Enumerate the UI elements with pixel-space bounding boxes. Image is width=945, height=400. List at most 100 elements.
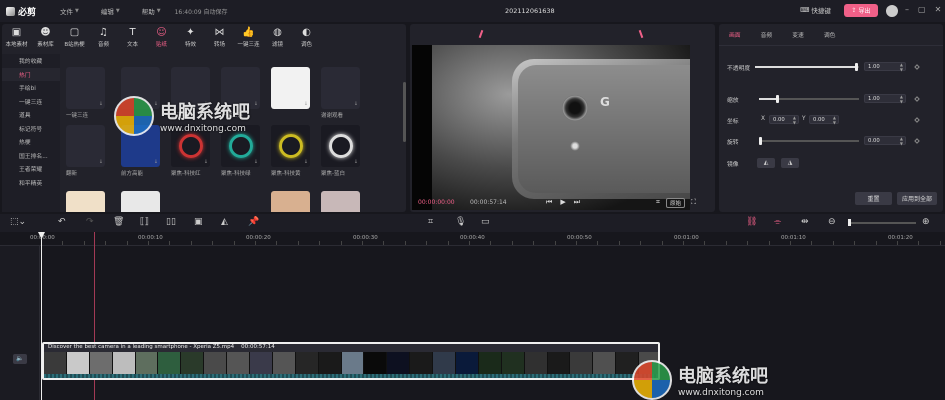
close-icon[interactable]: ✕ [935,5,942,14]
sticker-item[interactable]: ↓ [66,125,105,167]
download-icon[interactable]: ↓ [304,101,308,107]
snap-icon[interactable]: ⇹ [801,218,809,227]
freeze-frame-icon[interactable]: ▯▯ [166,218,176,227]
sticker-item[interactable]: ↓ [321,67,360,109]
download-icon[interactable]: ↓ [204,159,208,165]
playhead[interactable] [41,232,42,400]
tool-text[interactable]: T 文本 [118,24,147,52]
reset-button[interactable]: 重置 [855,192,892,205]
spinner-icon[interactable]: ▲ ▼ [833,115,836,125]
sticker-item[interactable]: ↓ [271,67,310,109]
slider-knob[interactable] [776,95,779,103]
tool-library[interactable]: ☻ 素材库 [31,24,60,52]
crop-clip-icon[interactable]: ▣ [194,218,203,227]
tab-audio[interactable]: 音频 [751,30,783,39]
category-item[interactable]: 国王排名... [2,149,60,163]
zoom-slider[interactable] [848,222,916,224]
tool-transition[interactable]: ⋈ 转场 [205,24,234,52]
sticker-item[interactable]: ↓ [271,125,310,167]
pin-icon[interactable]: 📌 [248,218,259,227]
download-icon[interactable]: ↓ [254,101,258,107]
category-item[interactable]: 一键三连 [2,95,60,109]
menu-help[interactable]: 帮助 ▼ [134,6,169,16]
download-icon[interactable]: ↓ [354,159,358,165]
sticker-item[interactable]: ↓ [321,125,360,167]
tab-color[interactable]: 调色 [814,30,846,39]
select-tool-icon[interactable]: ⬚⌄ [10,218,26,227]
tool-folder[interactable]: ▣ 本地素材 [2,24,31,52]
tool-palette[interactable]: ◐ 调色 [292,24,321,52]
magnet-icon[interactable]: ⌯ [774,218,781,227]
category-item[interactable]: 我的收藏 [2,54,60,68]
undo-icon[interactable]: ↶ [58,218,66,227]
microphone-icon[interactable]: 🎙 [455,218,466,227]
tool-filter[interactable]: ◍ 滤镜 [263,24,292,52]
tab-speed[interactable]: 变速 [782,30,814,39]
download-icon[interactable]: ↓ [99,101,103,107]
media-scrollbar[interactable] [403,82,406,142]
tool-effect[interactable]: ✦ 特效 [176,24,205,52]
tool-like[interactable]: 👍 一键三连 [234,24,263,52]
smart-crop-icon[interactable]: ⌗ [428,218,433,227]
category-item[interactable]: 热梗 [2,135,60,149]
export-button[interactable]: ⇪ 导出 [844,4,878,17]
menu-edit[interactable]: 编辑 ▼ [93,6,128,16]
zoom-out-icon[interactable]: ⊖ [828,218,836,227]
maximize-icon[interactable]: ▢ [918,5,926,14]
tool-sticker[interactable]: ☺ 贴纸 [147,24,176,52]
opacity-slider[interactable] [755,63,859,71]
aspect-ratio-button[interactable]: 原始 [665,197,685,208]
scale-input[interactable]: 1.00 ▲ ▼ [864,94,906,104]
next-frame-icon[interactable]: ⏭ [574,198,580,207]
play-icon[interactable]: ▶ [560,198,565,207]
download-icon[interactable]: ↓ [354,101,358,107]
tool-music[interactable]: ♫ 音频 [89,24,118,52]
rotate-slider[interactable] [759,137,859,145]
spinner-icon[interactable]: ▲ ▼ [900,62,903,72]
opacity-input[interactable]: 1.00 ▲ ▼ [864,62,906,72]
category-item[interactable]: 标记符号 [2,122,60,136]
scale-slider[interactable] [759,95,859,103]
sticker-item[interactable] [271,191,310,212]
video-clip[interactable]: Discover the best camera in a leading sm… [42,342,660,380]
camera-icon[interactable]: ▭ [481,218,490,227]
spinner-icon[interactable]: ▲ ▼ [900,94,903,104]
download-icon[interactable]: ↓ [304,159,308,165]
zoom-knob[interactable] [848,219,851,226]
menu-file[interactable]: 文件 ▼ [52,6,87,16]
preview-canvas[interactable]: G [412,45,690,210]
mirror-horizontal-button[interactable]: ◭ [757,158,775,168]
volume-icon[interactable]: 🔈 [13,354,27,364]
y-input[interactable]: 0.00 ▲ ▼ [809,115,839,125]
tool-bilibili[interactable]: ▢ B站热梗 [60,24,89,52]
link-icon[interactable]: ⛓ [746,218,757,227]
timeline-ruler[interactable]: 00:00:00 00:00:10 00:00:20 00:00:30 00:00:40… [0,232,945,246]
category-item[interactable]: 道具 [2,108,60,122]
sticker-item[interactable] [66,191,105,212]
project-name[interactable]: 202112061638 [505,7,555,15]
delete-icon[interactable]: 🗑 [113,218,124,227]
category-item[interactable]: 王者荣耀 [2,162,60,176]
mirror-vertical-button[interactable]: ◮ [781,158,799,168]
x-input[interactable]: 0.00 ▲ ▼ [769,115,799,125]
download-icon[interactable]: ↓ [154,159,158,165]
slider-knob[interactable] [759,137,762,145]
sticker-item[interactable] [121,191,160,212]
slider-knob[interactable] [855,63,858,71]
shortcut-button[interactable]: ⌨ 快捷键 [800,5,831,15]
spinner-icon[interactable]: ▲ ▼ [900,136,903,146]
zoom-in-icon[interactable]: ⊕ [922,218,930,227]
apply-all-button[interactable]: 应用到全部 [897,192,937,205]
split-icon[interactable]: ⟦⟧ [140,218,149,227]
prev-frame-icon[interactable]: ⏮ [546,198,552,207]
mirror-clip-icon[interactable]: ◭ [221,218,228,227]
download-icon[interactable]: ↓ [99,159,103,165]
minimize-icon[interactable]: – [905,5,909,14]
category-item[interactable]: 热门 [2,67,60,81]
spinner-icon[interactable]: ▲ ▼ [793,115,796,125]
crop-icon[interactable]: ⌗ [656,198,660,207]
redo-icon[interactable]: ↷ [86,218,94,227]
category-item[interactable]: 手绘bi [2,81,60,95]
category-item[interactable]: 和平精英 [2,176,60,190]
sticker-item[interactable] [321,191,360,212]
